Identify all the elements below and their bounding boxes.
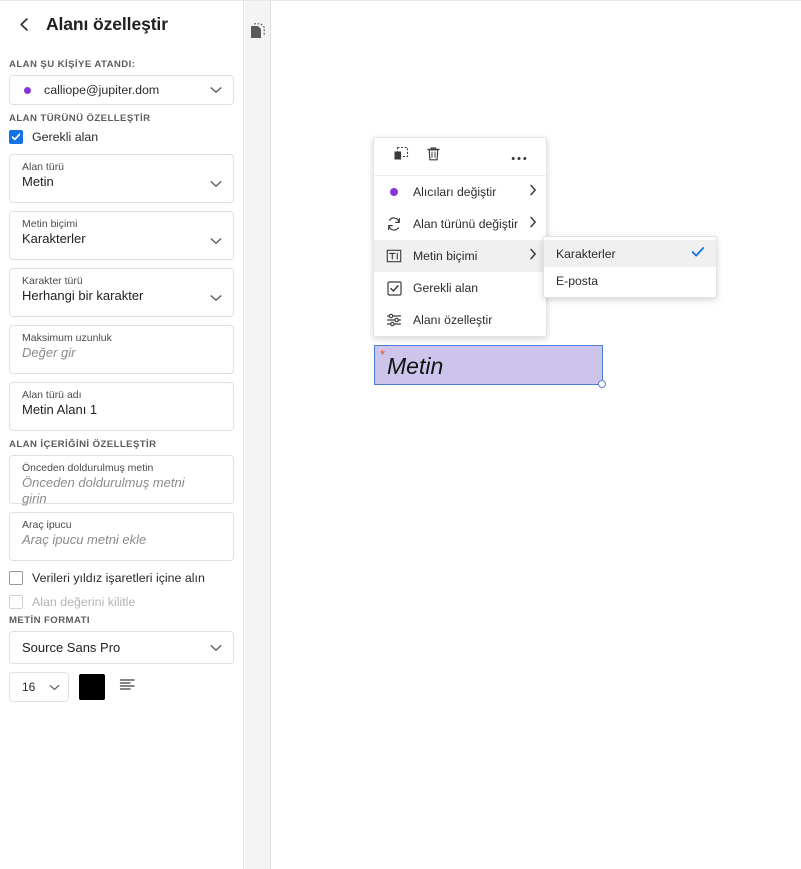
menu-item-label: Alanı özelleştir [413, 313, 493, 327]
submenu-item-label: Karakterler [556, 246, 616, 261]
max-length-input[interactable]: Maksimum uzunluk Değer gir [9, 325, 234, 374]
duplicate-button[interactable] [388, 144, 414, 170]
document-canvas [272, 1, 801, 869]
resize-handle[interactable] [598, 380, 606, 388]
mask-data-label: Verileri yıldız işaretleri içine alın [32, 571, 205, 585]
recipient-dot-icon [10, 86, 44, 94]
back-button[interactable] [13, 13, 35, 35]
checkbox-unchecked-disabled-icon [9, 595, 23, 609]
text-format-submenu: Karakterler E-posta [543, 236, 717, 298]
font-controls-row: 16 [0, 672, 243, 702]
menu-item-label: Alan türünü değiştir [413, 217, 519, 231]
change-field-type-icon [385, 215, 403, 233]
tool-rail [245, 1, 271, 869]
chevron-left-icon [17, 17, 32, 32]
more-options-icon [511, 148, 527, 166]
more-options-button[interactable] [506, 144, 532, 170]
menu-item-text-format[interactable]: Metin biçimi [374, 240, 546, 272]
trash-icon [426, 146, 441, 167]
character-type-dropdown[interactable]: Karakter türü Herhangi bir karakter [9, 268, 234, 317]
required-marker: * [380, 347, 386, 362]
font-size-value: 16 [22, 680, 36, 694]
chevron-right-icon [529, 215, 537, 233]
check-icon [691, 246, 705, 261]
tooltip-label: Araç ipucu [22, 519, 72, 531]
checkbox-checked-icon [385, 279, 403, 297]
section-label-field-type: ALAN TÜRÜNÜ ÖZELLEŞTİR [9, 113, 151, 124]
menu-item-customize-field[interactable]: Alanı özelleştir [374, 304, 546, 336]
field-type-value: Metin [22, 174, 54, 189]
checkbox-checked-icon [9, 130, 23, 144]
tooltip-input[interactable]: Araç ipucu Araç ipucu metni ekle [9, 512, 234, 561]
sliders-icon [385, 311, 403, 329]
field-type-name-label: Alan türü adı [22, 389, 82, 401]
checkbox-unchecked-icon [9, 571, 23, 585]
menu-item-label: Gerekli alan [413, 281, 479, 295]
chevron-down-icon [210, 289, 222, 307]
text-format-icon [385, 247, 403, 265]
prefilled-text-value: Önceden doldurulmuş metni girin [22, 475, 185, 506]
pages-document-icon[interactable] [250, 23, 266, 46]
field-type-label: Alan türü [22, 161, 65, 173]
chevron-down-icon [210, 639, 222, 657]
required-field-checkbox-row[interactable]: Gerekli alan [0, 130, 243, 144]
delete-button[interactable] [420, 144, 446, 170]
align-left-icon [119, 678, 136, 696]
lock-field-value-label: Alan değerini kilitle [32, 595, 136, 609]
field-type-dropdown[interactable]: Alan türü Metin [9, 154, 234, 203]
text-format-dropdown[interactable]: Metin biçimi Karakterler [9, 211, 234, 260]
max-length-value: Değer gir [22, 345, 76, 360]
tooltip-value: Araç ipucu metni ekle [22, 532, 147, 547]
section-label-text-format: METİN FORMATI [9, 615, 90, 626]
font-family-dropdown[interactable]: Source Sans Pro [9, 631, 234, 664]
app-root: Alanı özelleştir ALAN ŞU KİŞİYE ATANDI: … [0, 0, 801, 869]
menu-item-change-field-type[interactable]: Alan türünü değiştir [374, 208, 546, 240]
prefilled-text-label: Önceden doldurulmuş metin [22, 462, 154, 474]
prefilled-text-input[interactable]: Önceden doldurulmuş metin Önceden doldur… [9, 455, 234, 506]
field-type-name-value: Metin Alanı 1 [22, 402, 98, 417]
submenu-item-label: E-posta [556, 273, 599, 288]
menu-item-required-field[interactable]: Gerekli alan [374, 272, 546, 304]
chevron-down-icon [210, 232, 222, 250]
form-field-text: Metin [387, 353, 444, 379]
section-label-field-content: ALAN İÇERİĞİNİ ÖZELLEŞTİR [9, 439, 157, 450]
properties-sidebar: Alanı özelleştir ALAN ŞU KİŞİYE ATANDI: … [0, 1, 244, 869]
menu-item-label: Metin biçimi [413, 249, 478, 263]
page-title: Alanı özelleştir [46, 13, 168, 34]
assignee-dropdown[interactable]: calliope@jupiter.dom [9, 75, 234, 105]
mask-data-checkbox-row[interactable]: Verileri yıldız işaretleri içine alın [0, 571, 243, 585]
text-form-field[interactable]: * Metin [374, 345, 606, 388]
text-align-button[interactable] [115, 675, 139, 699]
font-family-value: Source Sans Pro [22, 640, 121, 655]
menu-item-label: Alıcıları değiştir [413, 185, 497, 199]
context-menu-toolbar [374, 138, 546, 176]
chevron-right-icon [529, 183, 537, 201]
submenu-item-email[interactable]: E-posta [544, 267, 716, 294]
text-format-value: Karakterler [22, 231, 86, 246]
text-color-swatch[interactable] [79, 674, 105, 700]
text-format-label: Metin biçimi [22, 218, 78, 230]
character-type-value: Herhangi bir karakter [22, 288, 144, 303]
duplicate-icon [393, 146, 409, 167]
chevron-down-icon [210, 175, 222, 193]
max-length-label: Maksimum uzunluk [22, 332, 112, 344]
font-size-dropdown[interactable]: 16 [9, 672, 69, 702]
submenu-item-characters[interactable]: Karakterler [544, 240, 716, 267]
menu-item-change-recipients[interactable]: Alıcıları değiştir [374, 176, 546, 208]
chevron-right-icon [529, 247, 537, 265]
required-field-label: Gerekli alan [32, 130, 99, 144]
field-type-name-input[interactable]: Alan türü adı Metin Alanı 1 [9, 382, 234, 431]
chevron-down-icon [210, 81, 222, 99]
section-label-assigned: ALAN ŞU KİŞİYE ATANDI: [9, 59, 136, 70]
character-type-label: Karakter türü [22, 275, 83, 287]
chevron-down-icon [49, 680, 60, 694]
assignee-value: calliope@jupiter.dom [44, 83, 160, 97]
sidebar-header: Alanı özelleştir [0, 1, 243, 47]
lock-field-value-checkbox-row: Alan değerini kilitle [0, 595, 243, 609]
field-context-menu: Alıcıları değiştir Alan türünü değiştir [373, 137, 547, 337]
recipient-dot-icon [385, 183, 403, 201]
